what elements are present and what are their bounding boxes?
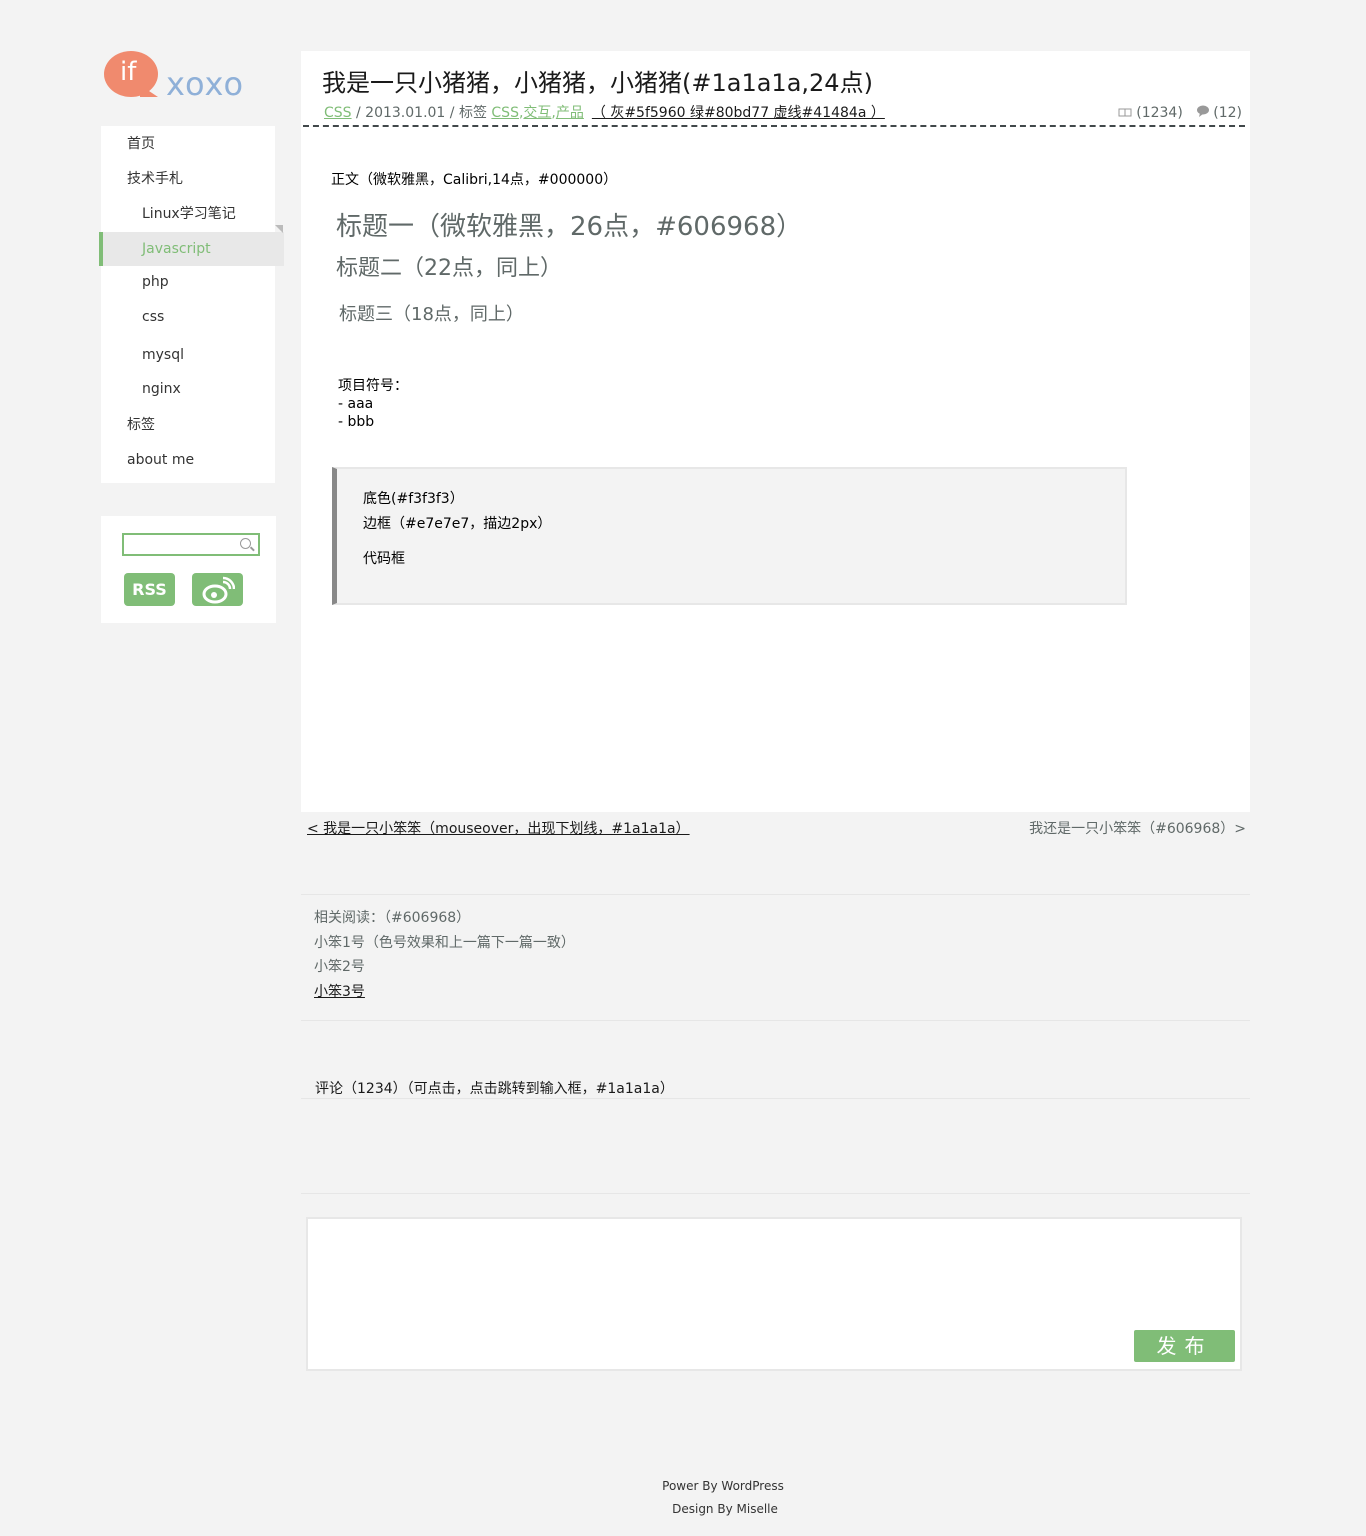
comment-textarea[interactable]: 发布	[306, 1217, 1242, 1371]
comments-count[interactable]: (12)	[1213, 105, 1242, 121]
sidebar-nav: 首页 技术手札 Linux学习笔记 Javascript php css mys…	[99, 126, 284, 483]
footer-powered: Power By WordPress	[662, 1479, 784, 1493]
related-link[interactable]: 小笨1号（色号效果和上一篇下一篇一致）	[314, 931, 575, 956]
footer-design: Design By Miselle	[672, 1502, 778, 1516]
nav-item-tech-notes[interactable]: 技术手札	[101, 162, 275, 196]
site-logo[interactable]: if xoxo	[104, 51, 264, 103]
title-divider	[303, 125, 1245, 127]
weibo-button[interactable]	[192, 573, 243, 606]
logo-xoxo-text: xoxo	[166, 65, 245, 103]
related-reading: 相关阅读：（#606968） 小笨1号（色号效果和上一篇下一篇一致） 小笨2号 …	[314, 906, 575, 1004]
nav-item-mysql[interactable]: mysql	[101, 338, 275, 372]
nav-item-tags[interactable]: 标签	[101, 408, 275, 442]
code-line: 边框（#e7e7e7，描边2px）	[363, 516, 552, 532]
tag-link-css[interactable]: CSS	[491, 105, 519, 121]
nav-item-linux[interactable]: Linux学习笔记	[101, 197, 275, 231]
post-panel: 我是一只小猪猪，小猪猪，小猪猪(#1a1a1a,24点) CSS / 2013.…	[301, 51, 1250, 812]
list-item: - aaa	[338, 396, 374, 412]
nav-item-css[interactable]: css	[101, 300, 275, 334]
weibo-icon	[202, 576, 235, 604]
nav-item-about[interactable]: about me	[101, 443, 275, 477]
related-link[interactable]: 小笨3号	[314, 980, 575, 1005]
sidebar-tools: RSS	[101, 516, 276, 623]
tag-link-interaction[interactable]: 交互	[523, 105, 551, 121]
list-title: 项目符号：	[338, 378, 408, 394]
heading-2: 标题二（22点，同上）	[336, 256, 562, 281]
list-item: - bbb	[338, 414, 375, 430]
bullet-list: 项目符号： - aaa - bbb	[338, 377, 408, 431]
logo-if-text: if	[120, 57, 137, 87]
rss-button[interactable]: RSS	[124, 573, 175, 606]
post-date: / 2013.01.01 / 标签	[351, 105, 492, 121]
publish-button[interactable]: 发布	[1134, 1330, 1235, 1362]
tag-link-product[interactable]: 产品	[556, 105, 584, 121]
code-line: 代码框	[363, 551, 405, 567]
divider	[301, 1193, 1250, 1194]
divider	[301, 1098, 1250, 1099]
views-icon	[1118, 105, 1132, 121]
next-post-link[interactable]: 我还是一只小笨笨（#606968）>	[1029, 818, 1246, 838]
divider	[301, 1020, 1250, 1021]
nav-item-php[interactable]: php	[101, 265, 275, 299]
code-line: 底色(#f3f3f3）	[363, 491, 464, 507]
post-title[interactable]: 我是一只小猪猪，小猪猪，小猪猪(#1a1a1a,24点)	[322, 63, 873, 98]
color-note: （ 灰#5f5960 绿#80bd77 虚线#41484a ）	[591, 105, 885, 121]
nav-item-javascript[interactable]: Javascript	[99, 232, 284, 266]
views-count: (1234)	[1136, 105, 1183, 121]
nav-active-arrow-icon	[275, 225, 283, 233]
code-box: 底色(#f3f3f3） 边框（#e7e7e7，描边2px） 代码框	[332, 467, 1127, 605]
logo-bubble-tail	[140, 85, 158, 97]
divider	[301, 894, 1250, 895]
related-heading: 相关阅读：（#606968）	[314, 910, 471, 926]
post-meta: CSS / 2013.01.01 / 标签 CSS,交互,产品（ 灰#5f596…	[324, 105, 885, 121]
category-link[interactable]: CSS	[324, 105, 352, 121]
heading-1: 标题一（微软雅黑，26点，#606968）	[336, 212, 803, 242]
nav-item-home[interactable]: 首页	[101, 127, 275, 161]
prev-post-link[interactable]: < 我是一只小笨笨（mouseover，出现下划线，#1a1a1a）	[307, 818, 690, 838]
post-stats: (1234) (12)	[1118, 105, 1242, 121]
comments-heading-link[interactable]: 评论（1234）（可点击，点击跳转到输入框，#1a1a1a）	[315, 1078, 674, 1098]
search-icon[interactable]	[240, 538, 251, 549]
nav-item-nginx[interactable]: nginx	[101, 372, 275, 406]
body-intro: 正文（微软雅黑，Calibri,14点，#000000）	[331, 172, 618, 188]
search-input[interactable]	[122, 533, 260, 556]
related-link[interactable]: 小笨2号	[314, 955, 575, 980]
comment-icon	[1197, 105, 1210, 121]
heading-3: 标题三（18点，同上）	[339, 304, 524, 325]
